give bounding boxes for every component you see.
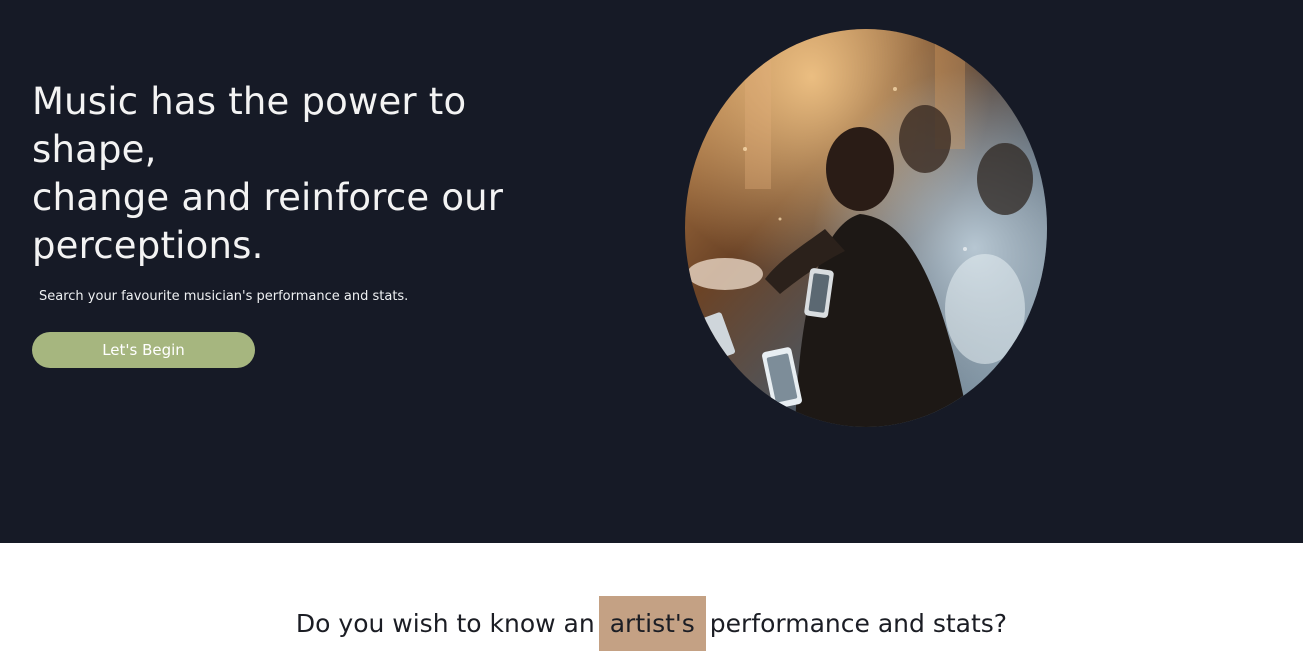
headline-line: shape, [32, 128, 157, 171]
headline-line: Music has the power to [32, 80, 467, 123]
headline-line: perceptions. [32, 224, 264, 267]
performer-photo [685, 29, 1047, 427]
hero-section: Music has the power to shape, change and… [0, 0, 1303, 543]
question-text-before: Do you wish to know an [295, 609, 595, 638]
question-text-after: performance and stats? [709, 609, 1008, 638]
headline-line: change and reinforce our [32, 176, 504, 219]
artist-search-section: Do you wish to know an artist's performanc… [0, 543, 1303, 671]
question-highlight: artist's [598, 596, 706, 651]
lets-begin-button[interactable]: Let's Begin [32, 332, 255, 368]
hero-subtitle: Search your favourite musician's perform… [39, 289, 409, 304]
artist-question-heading: Do you wish to know an artist's performanc… [0, 596, 1303, 651]
hero-headline: Music has the power to shape, change and… [32, 78, 592, 270]
